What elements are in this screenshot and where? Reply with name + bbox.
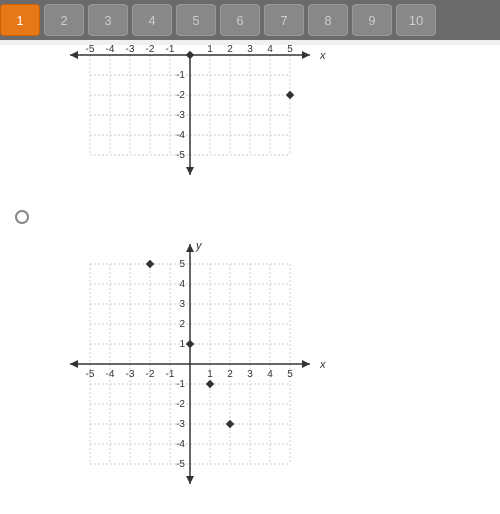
- tick-label: -3: [176, 110, 185, 121]
- nav-tab-2[interactable]: 2: [44, 4, 84, 36]
- nav-tab-7[interactable]: 7: [264, 4, 304, 36]
- tick-label: 1: [207, 369, 213, 380]
- tick-label: 4: [267, 45, 273, 55]
- nav-tab-3[interactable]: 3: [88, 4, 128, 36]
- nav-tab-1[interactable]: 1: [0, 4, 40, 36]
- arrow-left-icon: [70, 51, 78, 59]
- data-point: [186, 340, 194, 348]
- data-point: [186, 51, 194, 59]
- nav-tab-4[interactable]: 4: [132, 4, 172, 36]
- nav-tab-10[interactable]: 10: [396, 4, 436, 36]
- tick-label: 5: [287, 369, 293, 380]
- tick-label: -3: [126, 369, 135, 380]
- x-axis-label: x: [319, 359, 326, 371]
- navigation-bar: 1 2 3 4 5 6 7 8 9 10: [0, 0, 500, 40]
- tick-label: 2: [227, 45, 233, 55]
- tick-label: -2: [176, 90, 185, 101]
- tick-label: -2: [176, 399, 185, 410]
- tick-label: 3: [247, 369, 253, 380]
- tick-label: 1: [207, 45, 213, 55]
- data-point: [286, 91, 294, 99]
- data-point: [146, 260, 154, 268]
- chart-2: -5 -4 -3 -2 -1 1 2 3 4 5 5 4 3 2 1 -1 -2…: [30, 234, 500, 514]
- tick-label: 5: [287, 45, 293, 55]
- nav-tab-6[interactable]: 6: [220, 4, 260, 36]
- tick-label: -5: [176, 459, 185, 470]
- tick-label: 2: [179, 319, 185, 330]
- arrow-right-icon: [302, 51, 310, 59]
- tick-label: 3: [247, 45, 253, 55]
- nav-tab-9[interactable]: 9: [352, 4, 392, 36]
- tick-label: -5: [86, 45, 95, 55]
- data-point: [206, 380, 214, 388]
- content-area: -5 -4 -3 -2 -1 1 2 3 4 5 -1 -2 -3 -4 -5 …: [0, 45, 500, 514]
- chart-1: -5 -4 -3 -2 -1 1 2 3 4 5 -1 -2 -3 -4 -5 …: [30, 45, 500, 200]
- tick-label: -1: [166, 45, 175, 55]
- tick-label: -4: [176, 439, 185, 450]
- arrow-up-icon: [186, 244, 194, 252]
- tick-label: 1: [179, 339, 185, 350]
- arrow-down-icon: [186, 476, 194, 484]
- tick-label: -1: [166, 369, 175, 380]
- tick-label: -1: [176, 70, 185, 81]
- tick-label: 4: [267, 369, 273, 380]
- tick-label: -5: [176, 150, 185, 161]
- tick-label: -3: [176, 419, 185, 430]
- tick-label: 3: [179, 299, 185, 310]
- chart-1-svg: -5 -4 -3 -2 -1 1 2 3 4 5 -1 -2 -3 -4 -5 …: [30, 45, 390, 200]
- nav-tab-8[interactable]: 8: [308, 4, 348, 36]
- chart-2-svg: -5 -4 -3 -2 -1 1 2 3 4 5 5 4 3 2 1 -1 -2…: [30, 234, 390, 514]
- data-point: [226, 420, 234, 428]
- tick-label: -4: [106, 369, 115, 380]
- arrow-right-icon: [302, 360, 310, 368]
- tick-label: -2: [146, 45, 155, 55]
- arrow-left-icon: [70, 360, 78, 368]
- tick-label: -1: [176, 379, 185, 390]
- tick-label: 4: [179, 279, 185, 290]
- tick-label: -3: [126, 45, 135, 55]
- arrow-down-icon: [186, 167, 194, 175]
- tick-label: -4: [106, 45, 115, 55]
- x-axis-label: x: [319, 50, 326, 62]
- y-axis-label: y: [195, 240, 203, 252]
- tick-label: -2: [146, 369, 155, 380]
- tick-label: -4: [176, 130, 185, 141]
- radio-option-chart-2[interactable]: [15, 210, 500, 229]
- tick-label: -5: [86, 369, 95, 380]
- nav-tab-5[interactable]: 5: [176, 4, 216, 36]
- tick-label: 5: [179, 259, 185, 270]
- radio-icon: [15, 210, 29, 224]
- tick-label: 2: [227, 369, 233, 380]
